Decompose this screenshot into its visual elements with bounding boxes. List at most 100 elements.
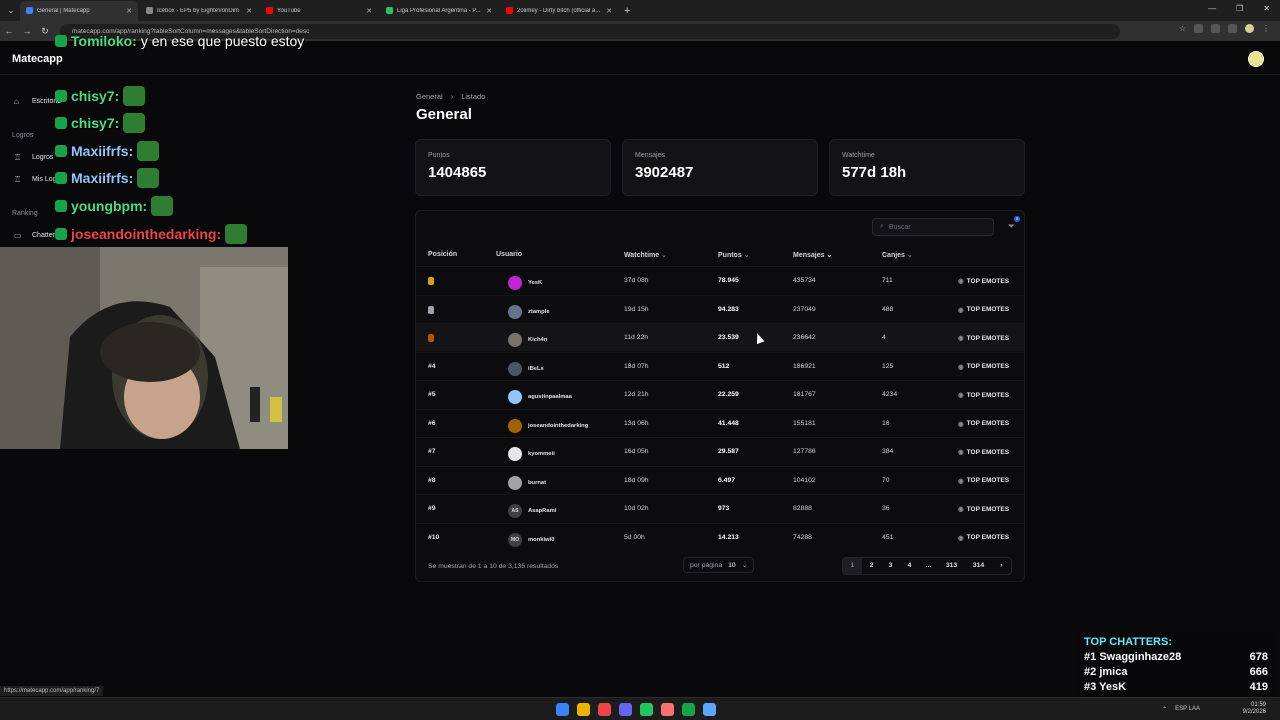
- top-emotes-button[interactable]: ◉ TOP EMOTES: [958, 334, 1009, 343]
- tab-title: YouTube: [277, 7, 301, 14]
- browser-tab-strip: ⌄ General | Matecapp ✕ Icebox - EP5 by Eig…: [0, 0, 1280, 21]
- taskbar-app-icon[interactable]: [703, 703, 716, 716]
- tab-close-icon[interactable]: ✕: [366, 7, 372, 15]
- extension-icon[interactable]: [1194, 24, 1203, 33]
- top-emotes-button[interactable]: ◉ TOP EMOTES: [958, 534, 1009, 542]
- table-row[interactable]: ztample 19d 15h 94.283 237049 488 ◉ TOP E…: [416, 294, 1024, 323]
- cell-user[interactable]: agustinpaalmaa: [508, 390, 572, 404]
- browser-tab[interactable]: 2olimey - Dirty bitch (official a... ✕: [500, 1, 618, 21]
- sidebar-item-logros[interactable]: ♖ Logros: [14, 153, 53, 162]
- back-icon[interactable]: ←: [0, 26, 18, 36]
- chat-message: Tomiloko: y en ese que puesto estoy: [55, 33, 304, 49]
- taskbar-app-icon[interactable]: [619, 703, 632, 716]
- chat-message: chisy7:: [55, 113, 146, 133]
- table-row[interactable]: #10 MO monkiwi0 5d 00h 14.213 74288 451 ◉…: [416, 522, 1024, 551]
- user-avatar: [508, 447, 522, 461]
- cell-canjes: 36: [882, 505, 890, 512]
- cell-puntos: 41.448: [718, 419, 739, 427]
- browser-tab[interactable]: YouTube ✕: [260, 1, 378, 21]
- taskbar-app-icon[interactable]: [682, 703, 695, 716]
- language-indicator[interactable]: ESP LAA: [1175, 706, 1200, 713]
- username: iBeLs: [528, 365, 544, 372]
- filter-icon[interactable]: ⏷: [1008, 221, 1015, 232]
- column-header-watchtime[interactable]: Watchtime ⌄: [624, 251, 667, 259]
- user-avatar[interactable]: [1248, 51, 1264, 67]
- extension-icon[interactable]: [1228, 24, 1237, 33]
- cell-puntos: 14.213: [718, 533, 739, 541]
- cell-user[interactable]: iBeLs: [508, 361, 544, 376]
- next-page-button[interactable]: ›: [992, 558, 1011, 574]
- table-row[interactable]: #5 agustinpaalmaa 12d 21h 22.259 181767 …: [416, 380, 1024, 408]
- column-header-canjes[interactable]: Canjes ⌄: [882, 251, 913, 259]
- cell-user[interactable]: AS AsapRami: [508, 504, 556, 518]
- user-avatar: AS: [508, 504, 522, 518]
- per-page-select[interactable]: por página 10 ⌄: [683, 557, 755, 573]
- tab-close-icon[interactable]: ✕: [246, 7, 252, 15]
- page-button[interactable]: ...: [919, 558, 938, 574]
- top-emotes-button[interactable]: ◉ TOP EMOTES: [958, 420, 1009, 428]
- table-row[interactable]: #6 joseandointhedarking 13d 06h 41.448 1…: [416, 408, 1024, 437]
- new-tab-button[interactable]: +: [624, 5, 630, 17]
- table-row[interactable]: #8 burnat 18d 09h 6.497 104102 70 ◉ TOP E…: [416, 465, 1024, 494]
- top-emotes-button[interactable]: ◉ TOP EMOTES: [958, 505, 1009, 514]
- column-header-mensajes[interactable]: Mensajes ⌄: [793, 251, 832, 259]
- tab-close-icon[interactable]: ✕: [486, 7, 492, 15]
- position-text: #6: [428, 419, 436, 427]
- cell-user[interactable]: ztample: [508, 304, 550, 319]
- breadcrumb-general[interactable]: General: [416, 92, 443, 101]
- taskbar-app-icon[interactable]: [598, 703, 611, 716]
- top-emotes-button[interactable]: ◉ TOP EMOTES: [958, 391, 1009, 400]
- top-emotes-button[interactable]: ◉ TOP EMOTES: [958, 277, 1009, 286]
- eye-icon: ◉: [958, 477, 964, 485]
- top-emotes-button[interactable]: ◉ TOP EMOTES: [958, 448, 1009, 457]
- taskbar-app-icon[interactable]: [661, 703, 674, 716]
- brand-logo[interactable]: Matecapp: [12, 53, 63, 65]
- browser-tab[interactable]: Icebox - EP5 by EighteVonDim ✕: [140, 1, 258, 21]
- chat-badge-icon: [55, 200, 67, 212]
- top-emotes-button[interactable]: ◉ TOP EMOTES: [958, 306, 1009, 314]
- cell-user[interactable]: YesK: [508, 276, 542, 290]
- reload-icon[interactable]: ↻: [36, 26, 54, 37]
- browser-tab[interactable]: General | Matecapp ✕: [20, 0, 138, 21]
- clock[interactable]: 01:59 9/2/2026: [1243, 702, 1266, 716]
- page-button[interactable]: 4: [900, 558, 919, 574]
- top-emotes-button[interactable]: ◉ TOP EMOTES: [958, 363, 1009, 371]
- column-header-puntos[interactable]: Puntos ⌄: [718, 251, 750, 259]
- chat-message: chisy7:: [55, 86, 146, 106]
- forward-icon[interactable]: →: [18, 26, 36, 36]
- sidebar-item-chatters[interactable]: ▭ Chatters: [14, 231, 58, 240]
- tab-search-icon[interactable]: ⌄: [4, 4, 18, 18]
- page-button[interactable]: 1: [843, 558, 862, 574]
- cell-user[interactable]: Kich4n: [508, 333, 547, 347]
- tab-close-icon[interactable]: ✕: [606, 7, 612, 15]
- page-button[interactable]: 313: [938, 558, 965, 574]
- tab-close-icon[interactable]: ✕: [126, 7, 132, 15]
- page-button[interactable]: 2: [862, 558, 881, 574]
- cell-user[interactable]: burnat: [508, 475, 546, 490]
- taskbar-app-icon[interactable]: [640, 703, 653, 716]
- cell-user[interactable]: kyommeii: [508, 447, 555, 461]
- taskbar-app-icon[interactable]: [556, 703, 569, 716]
- taskbar-app-icon[interactable]: [577, 703, 590, 716]
- minimize-icon[interactable]: —: [1208, 4, 1216, 13]
- cell-user[interactable]: joseandointhedarking: [508, 418, 588, 433]
- table-row[interactable]: #9 AS AsapRami 10d 02h 973 82888 36 ◉ TOP …: [416, 494, 1024, 522]
- close-icon[interactable]: ✕: [1263, 4, 1270, 13]
- table-row[interactable]: Kich4n 11d 22h 23.539 236642 4 ◉ TOP EMOT…: [416, 323, 1024, 351]
- cell-user[interactable]: MO monkiwi0: [508, 532, 554, 547]
- table-row[interactable]: #7 kyommeii 16d 05h 29.587 127786 384 ◉ T…: [416, 437, 1024, 465]
- page-button[interactable]: 314: [965, 558, 992, 574]
- top-emotes-button[interactable]: ◉ TOP EMOTES: [958, 477, 1009, 485]
- cell-canjes: 70: [882, 476, 890, 484]
- browser-tab[interactable]: Liga Profesional Argentina - P... ✕: [380, 1, 498, 21]
- profile-avatar-icon[interactable]: [1245, 24, 1254, 33]
- tray-chevron-icon[interactable]: ⌃: [1162, 706, 1167, 713]
- page-button[interactable]: 3: [881, 558, 900, 574]
- extension-icon[interactable]: [1211, 24, 1220, 33]
- bookmark-star-icon[interactable]: ☆: [1179, 24, 1186, 33]
- search-input[interactable]: ⌕ Buscar: [872, 218, 994, 236]
- table-row[interactable]: YesK 37d 08h 78.945 435734 711 ◉ TOP EMOT…: [416, 266, 1024, 294]
- maximize-icon[interactable]: ❐: [1236, 4, 1243, 13]
- menu-icon[interactable]: ⋮: [1262, 24, 1270, 33]
- table-row[interactable]: #4 iBeLs 18d 07h 512 186921 125 ◉ TOP EMO…: [416, 351, 1024, 380]
